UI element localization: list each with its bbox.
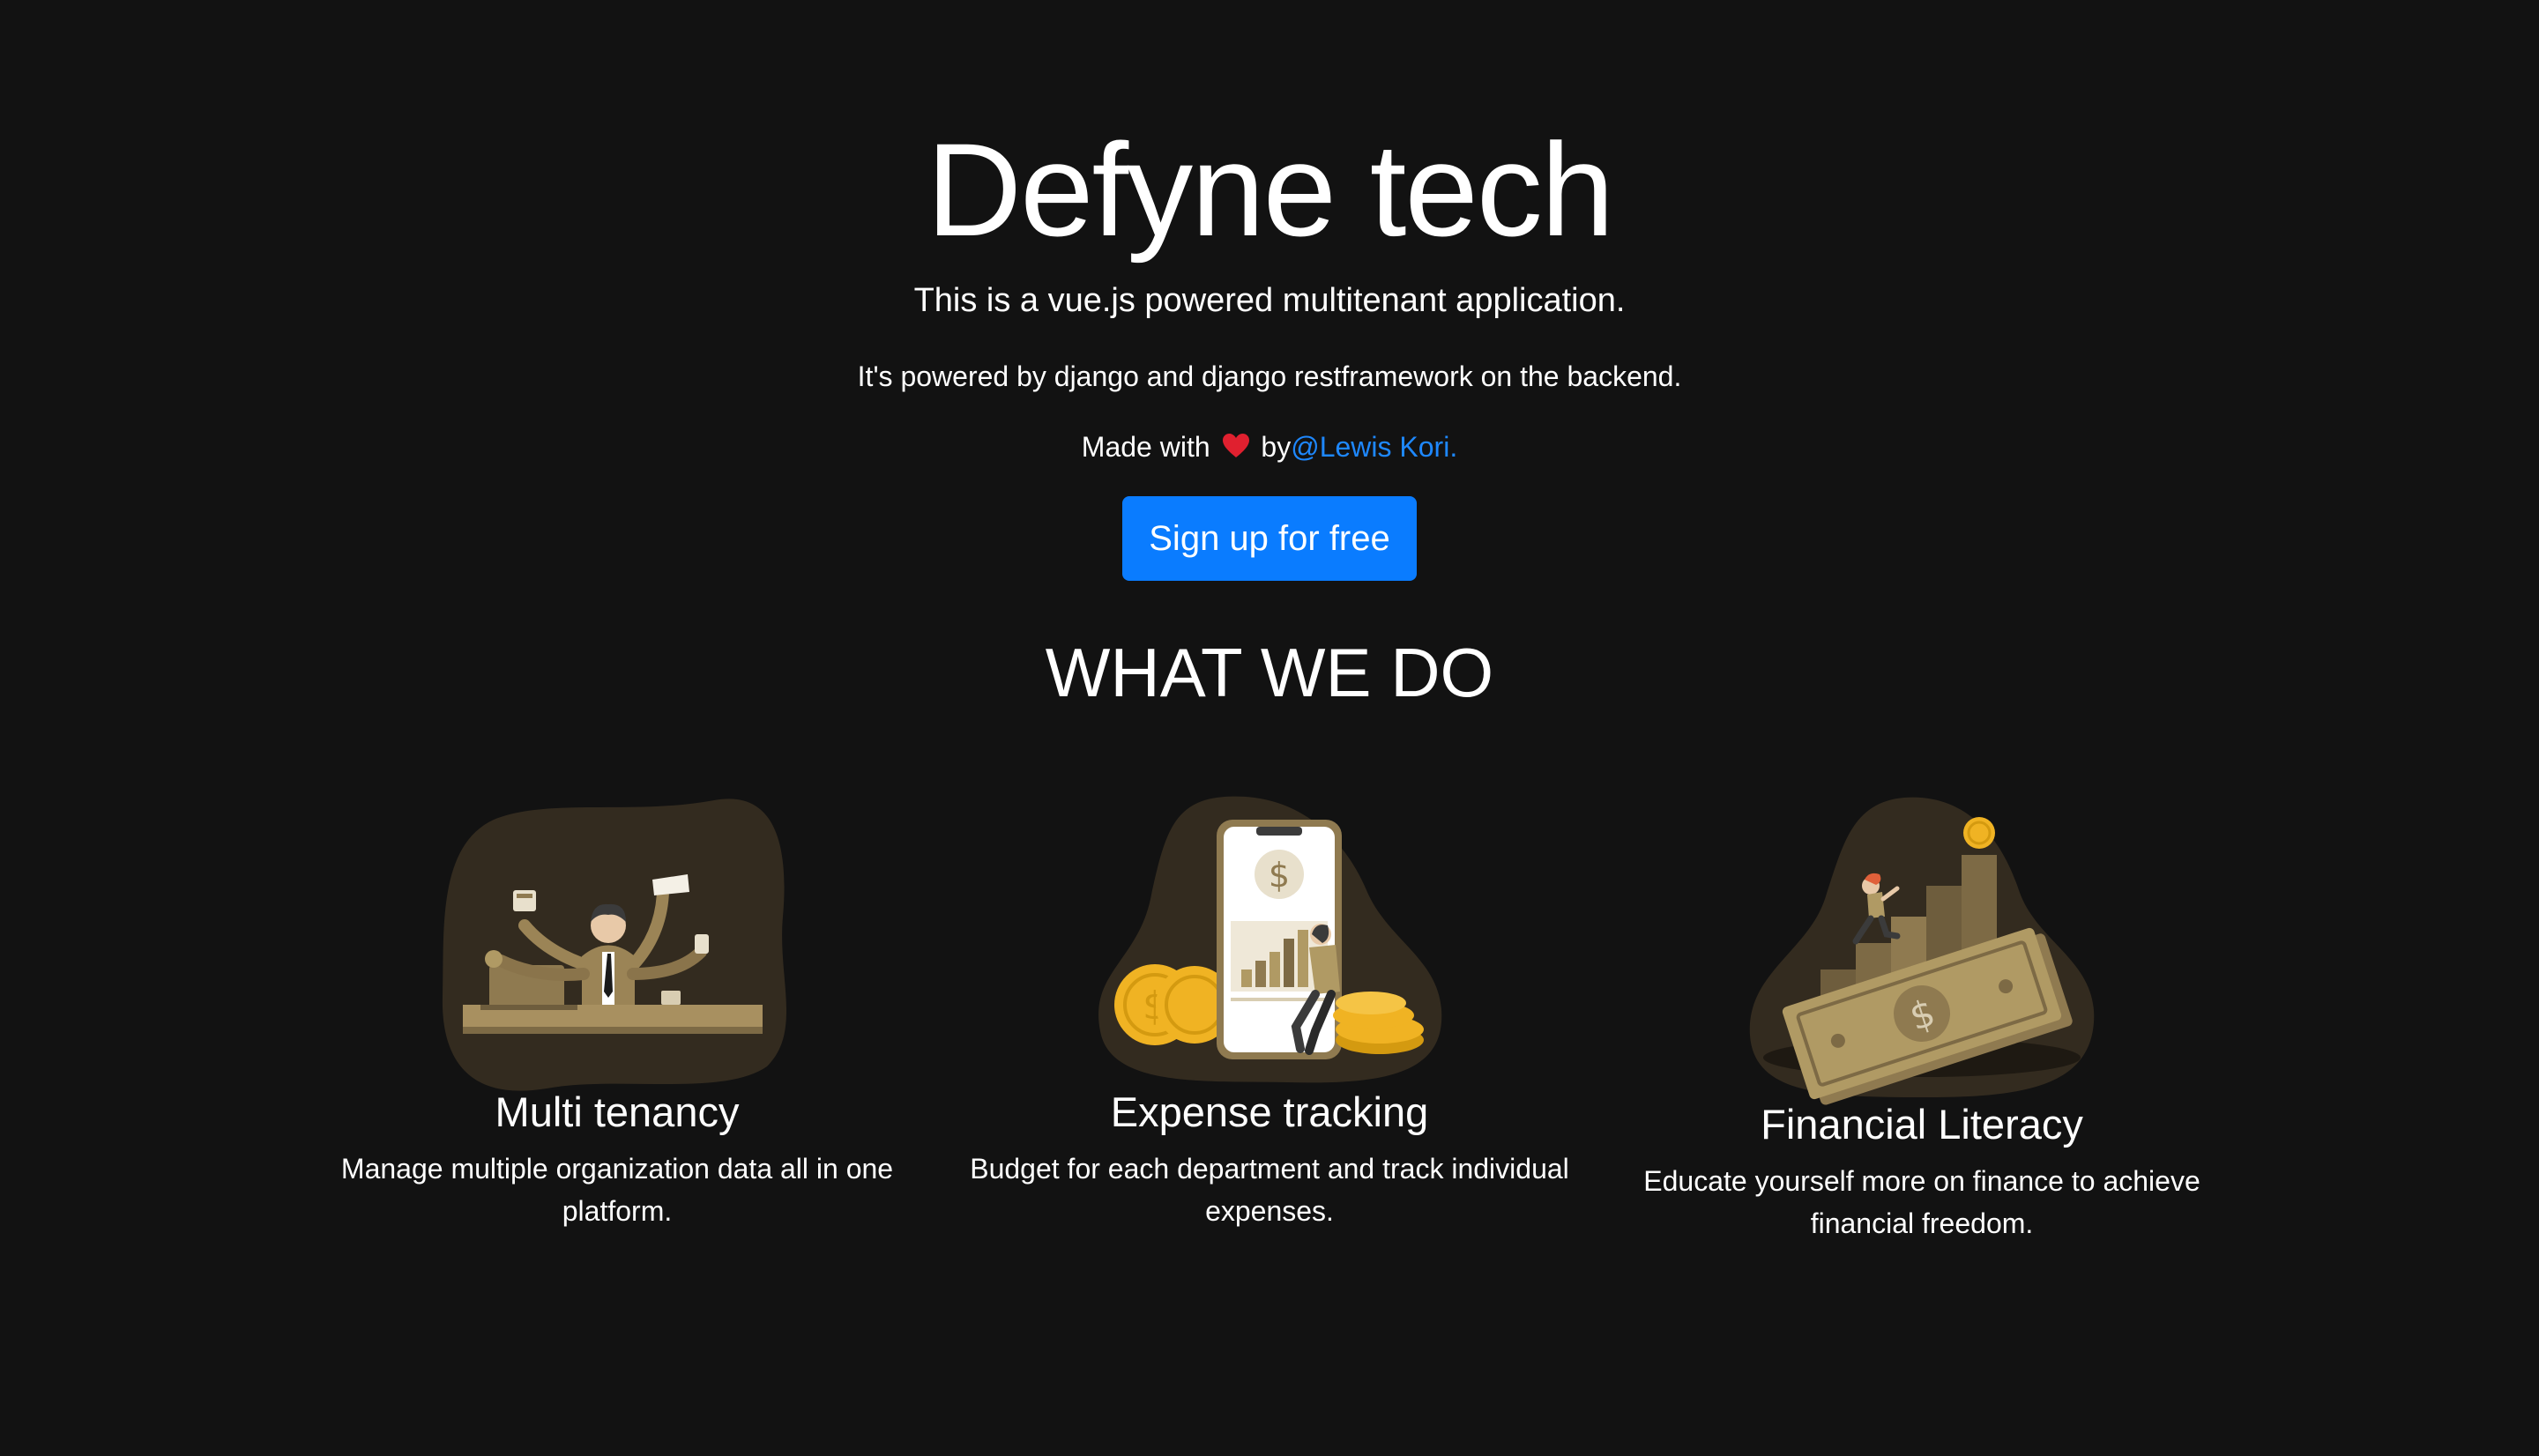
- multitasking-businessman-illustration-icon: [442, 799, 786, 1091]
- phone-coins-expense-illustration-icon: $ $: [1098, 796, 1442, 1083]
- hero-sub-text: It's powered by django and django restfr…: [857, 360, 1682, 392]
- heart-icon: [1222, 434, 1249, 457]
- credit-line: Made with by@Lewis Kori.: [0, 427, 2539, 467]
- feature-title: Multi tenancy: [495, 1088, 740, 1135]
- page-title: Defyne tech: [926, 115, 1614, 264]
- feature-title: Expense tracking: [1110, 1088, 1429, 1135]
- feature-title: Financial Literacy: [1761, 1101, 2083, 1148]
- credit-prefix: Made with: [1081, 431, 1210, 463]
- hero-lead-text: This is a vue.js powered multitenant app…: [913, 282, 1626, 319]
- landing-page: Defyne tech This is a vue.js powered mul…: [0, 0, 2539, 1456]
- signup-button[interactable]: Sign up for free: [1122, 496, 1417, 581]
- author-link[interactable]: @Lewis Kori.: [1291, 431, 1457, 463]
- feature-text: Budget for each department and track ind…: [970, 1153, 1569, 1227]
- feature-text: Manage multiple organization data all in…: [340, 1153, 894, 1227]
- credit-by: by: [1261, 431, 1292, 463]
- feature-card-financial-literacy: $ Financial Literacy Educate yourself mo…: [1587, 793, 2257, 1244]
- feature-card-multi-tenancy: Multi tenancy Manage multiple organizati…: [282, 793, 952, 1232]
- svg-text:$: $: [1269, 856, 1290, 895]
- feature-text: Educate yourself more on finance to achi…: [1643, 1165, 2200, 1239]
- section-title: WHAT WE DO: [1045, 634, 1494, 711]
- feature-card-expense-tracking: $ $ Expense tracking Budget for each dep…: [934, 793, 1605, 1232]
- money-stairs-growth-illustration-icon: $: [1749, 797, 2095, 1105]
